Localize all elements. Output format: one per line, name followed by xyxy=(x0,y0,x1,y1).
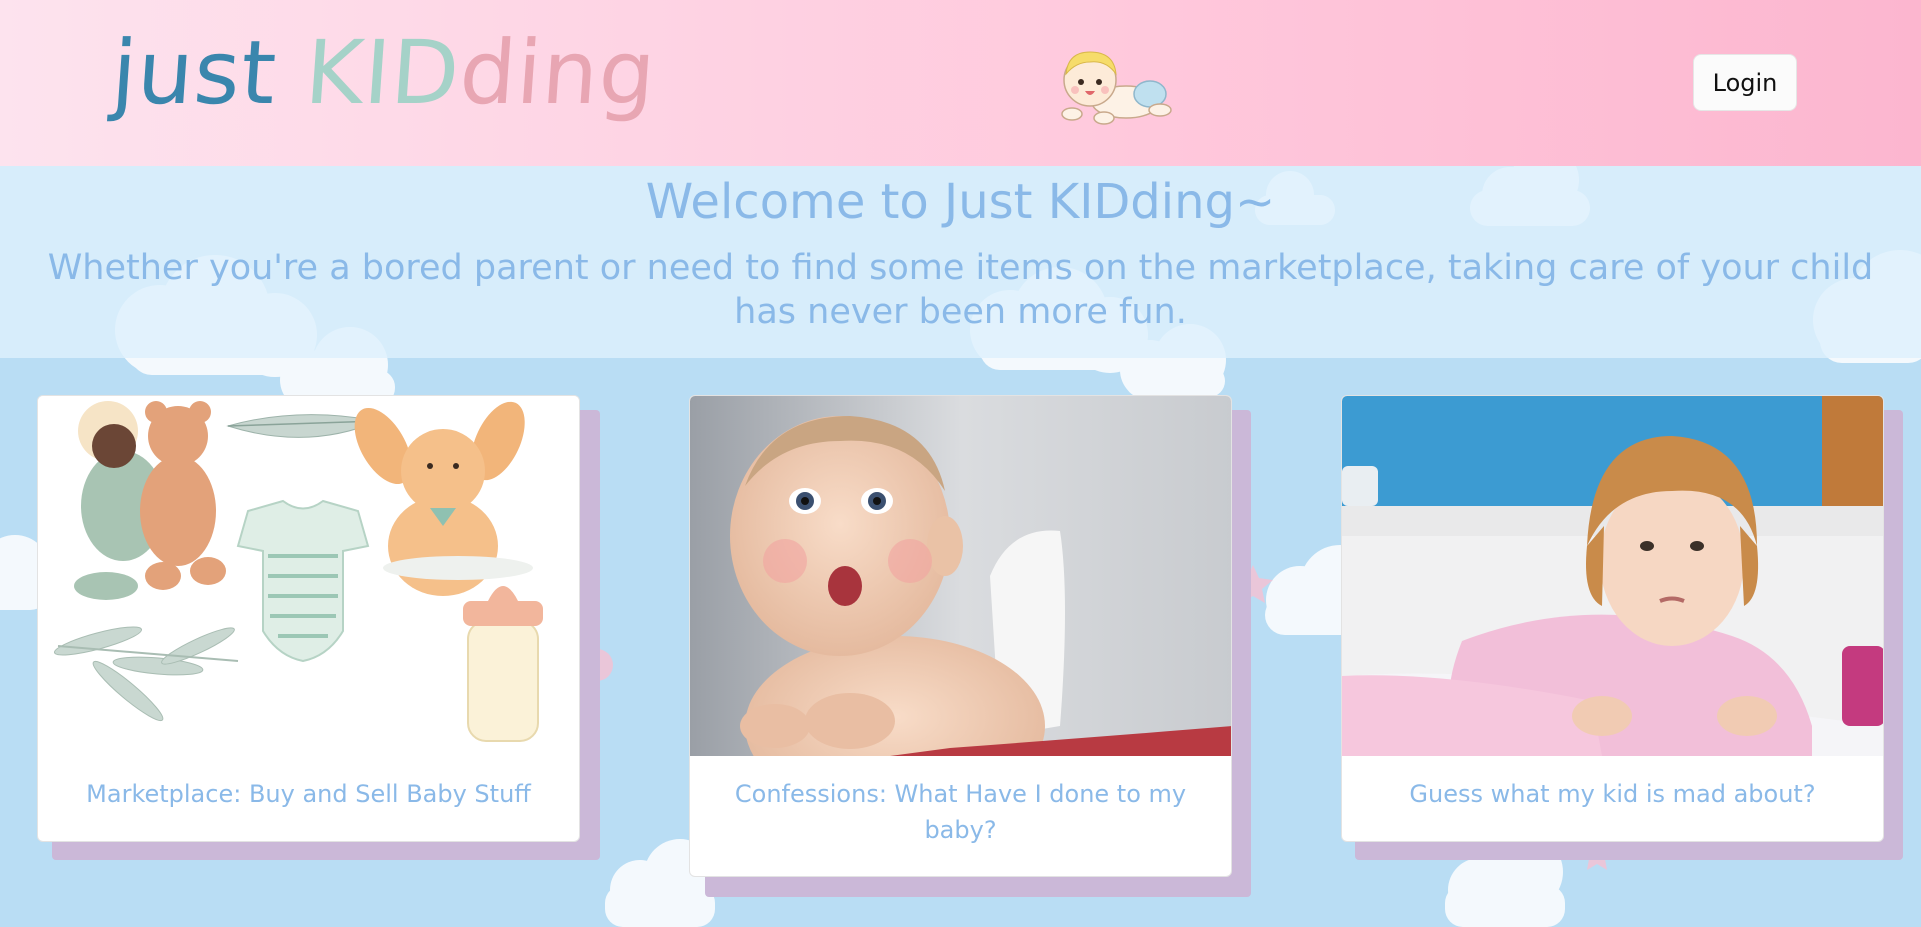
welcome-title: Welcome to Just KIDding~ xyxy=(645,174,1276,230)
card-marketplace[interactable]: Marketplace: Buy and Sell Baby Stuff xyxy=(37,395,580,842)
logo-word-kid: KID xyxy=(301,21,464,124)
site-logo[interactable]: just KIDding xyxy=(108,18,660,128)
baby-items-illustration xyxy=(38,396,579,756)
card-caption[interactable]: Confessions: What Have I done to my baby… xyxy=(710,776,1211,848)
card-guess[interactable]: Guess what my kid is mad about? xyxy=(1341,395,1884,842)
login-button[interactable]: Login xyxy=(1693,54,1797,111)
header: just KIDding Login xyxy=(0,0,1921,166)
card-caption[interactable]: Guess what my kid is mad about? xyxy=(1362,776,1863,812)
surprised-baby-photo xyxy=(690,396,1231,756)
welcome-subtitle: Whether you're a bored parent or need to… xyxy=(47,248,1874,332)
logo-word-ding: ding xyxy=(456,21,660,124)
bottle-icon xyxy=(467,620,539,742)
card-confessions[interactable]: Confessions: What Have I done to my baby… xyxy=(689,395,1232,877)
grumpy-toddler-photo xyxy=(1342,396,1883,756)
welcome-banner: Welcome to Just KIDding~ Whether you're … xyxy=(0,166,1921,358)
logo-word-just: just xyxy=(108,21,281,124)
crawling-baby-icon xyxy=(1061,51,1172,125)
card-caption[interactable]: Marketplace: Buy and Sell Baby Stuff xyxy=(58,776,559,812)
